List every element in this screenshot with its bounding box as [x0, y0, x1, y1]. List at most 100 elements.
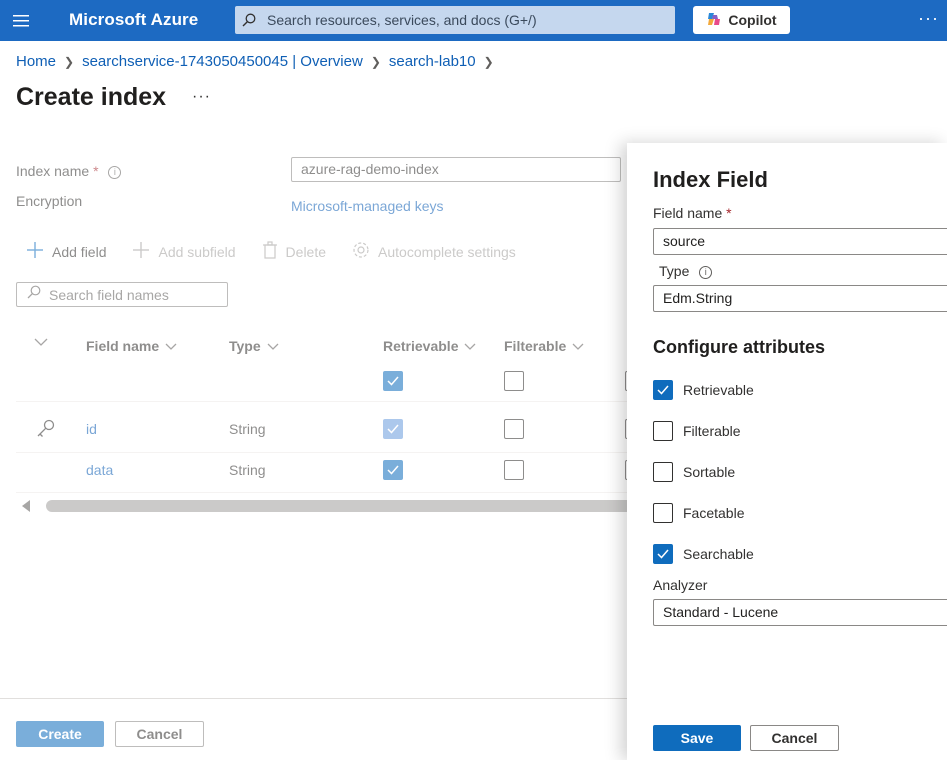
table-row-type: String	[229, 421, 266, 437]
create-button[interactable]: Create	[16, 721, 104, 747]
autocomplete-label: Autocomplete settings	[378, 243, 516, 260]
chevron-right-icon: ❯	[64, 54, 75, 69]
attribute-retrievable[interactable]: Retrievable	[653, 380, 754, 400]
attribute-label: Facetable	[683, 505, 745, 521]
cancel-button[interactable]: Cancel	[750, 725, 839, 751]
index-field-panel: Index Field Field name * source Type i E…	[627, 143, 947, 760]
field-name-label-text: Field name	[653, 205, 723, 221]
column-header-type[interactable]: Type	[229, 338, 279, 354]
analyzer-select[interactable]: Standard - Lucene	[653, 599, 947, 626]
chevron-down-icon	[34, 338, 48, 346]
key-icon	[36, 418, 56, 441]
breadcrumb-service[interactable]: searchservice-1743050450045 | Overview	[82, 53, 363, 70]
index-name-input[interactable]: azure-rag-demo-index	[291, 157, 621, 182]
top-bar: Microsoft Azure Search resources, servic…	[0, 0, 947, 41]
table-row-name[interactable]: data	[86, 462, 113, 478]
info-icon[interactable]: i	[108, 165, 122, 179]
autocomplete-settings-button[interactable]: Autocomplete settings	[352, 241, 516, 262]
panel-title: Index Field	[653, 167, 768, 192]
brand-title[interactable]: Microsoft Azure	[69, 10, 198, 30]
search-icon	[235, 6, 263, 34]
info-icon[interactable]: i	[699, 265, 713, 279]
global-search-input[interactable]: Search resources, services, and docs (G+…	[235, 6, 675, 34]
index-name-label-text: Index name	[16, 163, 90, 179]
more-options-icon[interactable]: ···	[192, 88, 211, 106]
row-divider	[16, 492, 627, 493]
sortable-checkbox[interactable]	[653, 462, 673, 482]
filterable-checkbox[interactable]	[504, 460, 524, 480]
copilot-label: Copilot	[728, 12, 777, 28]
breadcrumb-lab[interactable]: search-lab10	[389, 53, 476, 70]
attribute-facetable[interactable]: Facetable	[653, 503, 744, 523]
attribute-sortable[interactable]: Sortable	[653, 462, 735, 482]
more-icon[interactable]: ···	[918, 8, 939, 29]
attribute-searchable[interactable]: Searchable	[653, 544, 754, 564]
horizontal-scrollbar[interactable]	[16, 498, 646, 514]
type-label: Type i	[659, 263, 713, 279]
chevron-down-icon	[165, 343, 177, 350]
column-header-retrievable[interactable]: Retrievable	[383, 338, 476, 354]
configure-attributes-heading: Configure attributes	[653, 337, 826, 357]
add-subfield-button[interactable]: Add subfield	[132, 241, 236, 262]
chevron-down-icon	[572, 343, 584, 350]
type-select[interactable]: Edm.String	[653, 285, 947, 312]
trash-icon	[262, 241, 278, 262]
facetable-checkbox[interactable]	[653, 503, 673, 523]
delete-label: Delete	[285, 243, 327, 260]
column-header-filterable[interactable]: Filterable	[504, 338, 584, 354]
row-divider	[16, 452, 627, 453]
type-label-text: Type	[659, 263, 690, 279]
retrievable-all-checkbox[interactable]	[383, 371, 403, 391]
delete-button[interactable]: Delete	[262, 241, 326, 262]
copilot-icon	[706, 11, 722, 30]
attribute-label: Retrievable	[683, 382, 754, 398]
field-search-placeholder: Search field names	[49, 286, 169, 303]
column-header-field-name[interactable]: Field name	[86, 338, 177, 354]
menu-icon[interactable]	[0, 0, 44, 41]
filterable-checkbox[interactable]	[653, 421, 673, 441]
footer-divider	[0, 698, 627, 699]
plus-icon	[132, 241, 150, 262]
save-button[interactable]: Save	[653, 725, 741, 751]
encryption-link[interactable]: Microsoft-managed keys	[291, 198, 444, 214]
attribute-label: Filterable	[683, 423, 741, 439]
filterable-all-checkbox[interactable]	[504, 371, 524, 391]
search-placeholder: Search resources, services, and docs (G+…	[267, 12, 537, 28]
select-all-chevron[interactable]	[34, 338, 48, 346]
analyzer-label: Analyzer	[653, 577, 708, 593]
encryption-label: Encryption	[16, 193, 83, 209]
chevron-down-icon	[267, 343, 279, 350]
column-header-label: Type	[229, 338, 261, 354]
field-toolbar: Add field Add subfield Delete Autocomple…	[26, 241, 542, 262]
search-icon	[27, 285, 41, 304]
column-header-label: Retrievable	[383, 338, 459, 354]
field-name-input[interactable]: source	[653, 228, 947, 255]
cancel-create-button[interactable]: Cancel	[115, 721, 204, 747]
required-mark: *	[726, 205, 732, 221]
page-title: Create index	[16, 83, 167, 111]
retrievable-checkbox[interactable]	[383, 460, 403, 480]
field-search-input[interactable]: Search field names	[16, 282, 228, 307]
gear-icon	[352, 241, 370, 262]
copilot-button[interactable]: Copilot	[693, 6, 790, 34]
table-row-name[interactable]: id	[86, 421, 97, 437]
table-row-type: String	[229, 462, 266, 478]
attribute-filterable[interactable]: Filterable	[653, 421, 741, 441]
add-subfield-label: Add subfield	[158, 243, 236, 260]
attribute-label: Searchable	[683, 546, 754, 562]
scroll-left-icon[interactable]	[22, 500, 30, 512]
add-field-button[interactable]: Add field	[26, 241, 106, 262]
retrievable-checkbox[interactable]	[653, 380, 673, 400]
add-field-label: Add field	[52, 243, 107, 260]
chevron-right-icon: ❯	[483, 54, 494, 69]
row-divider	[16, 401, 627, 402]
index-name-label: Index name * i	[16, 163, 122, 179]
scrollbar-thumb[interactable]	[46, 500, 646, 512]
searchable-checkbox[interactable]	[653, 544, 673, 564]
breadcrumb-home[interactable]: Home	[16, 53, 56, 70]
field-name-label: Field name *	[653, 205, 732, 221]
chevron-right-icon: ❯	[370, 54, 381, 69]
retrievable-checkbox	[383, 419, 403, 439]
filterable-checkbox[interactable]	[504, 419, 524, 439]
column-header-label: Field name	[86, 338, 160, 354]
